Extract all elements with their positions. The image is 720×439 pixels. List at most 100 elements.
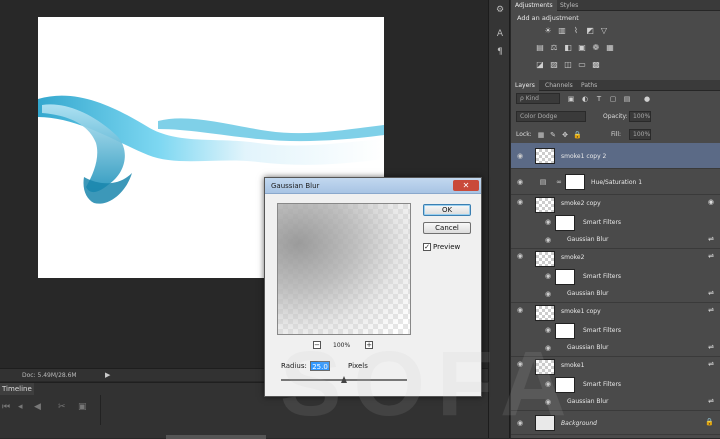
layer-row[interactable]: ◉ smoke1 copy 2 bbox=[511, 143, 720, 169]
previous-frame-icon[interactable]: ◂ bbox=[18, 402, 23, 412]
layer-thumbnail bbox=[535, 197, 555, 213]
dialog-titlebar[interactable]: Gaussian Blur ✕ bbox=[265, 178, 481, 194]
layer-name: smoke2 copy bbox=[561, 200, 601, 207]
preview-window[interactable] bbox=[277, 203, 411, 335]
layer-mask-thumbnail bbox=[565, 174, 585, 190]
timeline-divider bbox=[100, 395, 101, 425]
preview-blur-image bbox=[278, 204, 410, 334]
character-panel-icon[interactable]: A bbox=[494, 28, 506, 40]
adjustments-title: Add an adjustment bbox=[517, 14, 579, 22]
filter-effects-icon[interactable]: ⇌ bbox=[708, 306, 714, 314]
lock-all-icon[interactable]: 🔒 bbox=[573, 131, 582, 139]
tab-styles[interactable]: Styles bbox=[556, 0, 582, 11]
close-icon[interactable]: ✕ bbox=[453, 180, 479, 191]
levels-icon[interactable]: ▥ bbox=[557, 26, 567, 35]
visibility-eye-icon[interactable]: ◉ bbox=[517, 179, 525, 186]
smart-object-group[interactable]: ◉ smoke2 ⇌ ◉ Smart Filters ◉ Gaussian Bl… bbox=[511, 249, 720, 303]
cancel-button[interactable]: Cancel bbox=[423, 222, 471, 234]
layer-thumbnail bbox=[535, 305, 555, 321]
watermark: SOFA bbox=[280, 333, 579, 435]
color-balance-icon[interactable]: ⚖ bbox=[549, 43, 559, 52]
smart-filter-mask-thumbnail bbox=[555, 215, 575, 231]
timeline-tab[interactable]: Timeline bbox=[0, 383, 34, 395]
lock-transparent-icon[interactable]: ▦ bbox=[537, 131, 545, 139]
visibility-eye-icon[interactable]: ◉ bbox=[545, 291, 553, 298]
filter-options-icon[interactable]: ⇌ bbox=[708, 235, 714, 243]
tab-adjustments[interactable]: Adjustments bbox=[511, 0, 557, 11]
preview-checkbox[interactable]: ✓ bbox=[423, 243, 431, 251]
smart-filter-name[interactable]: Gaussian Blur bbox=[567, 290, 609, 297]
paragraph-panel-icon[interactable]: ¶ bbox=[494, 46, 506, 58]
visibility-eye-icon[interactable]: ◉ bbox=[545, 219, 553, 226]
channel-mixer-icon[interactable]: ❁ bbox=[591, 43, 601, 52]
selective-color-icon[interactable]: ▩ bbox=[591, 60, 601, 69]
split-scissors-icon[interactable]: ✂ bbox=[58, 402, 66, 412]
dialog-title: Gaussian Blur bbox=[271, 182, 320, 190]
threshold-icon[interactable]: ◫ bbox=[563, 60, 573, 69]
posterize-icon[interactable]: ▨ bbox=[549, 60, 559, 69]
vibrance-icon[interactable]: ▽ bbox=[599, 26, 609, 35]
visibility-eye-icon[interactable]: ◉ bbox=[517, 253, 525, 260]
visibility-eye-icon[interactable]: ◉ bbox=[517, 153, 525, 160]
preview-label: Preview bbox=[433, 243, 461, 251]
document-size-info: Doc: 5.49M/28.6M bbox=[22, 372, 77, 379]
lock-icon: 🔒 bbox=[705, 418, 714, 426]
black-white-icon[interactable]: ◧ bbox=[563, 43, 573, 52]
filter-kind-select[interactable]: ρ Kind bbox=[516, 93, 560, 104]
smart-filters-label: Smart Filters bbox=[583, 219, 622, 226]
brightness-contrast-icon[interactable]: ☀ bbox=[543, 26, 553, 35]
curves-icon[interactable]: ⌇ bbox=[571, 26, 581, 35]
filter-adjustment-icon[interactable]: ◐ bbox=[581, 95, 589, 103]
smart-object-group[interactable]: ◉ smoke2 copy ◉ ◉ Smart Filters ◉ Gaussi… bbox=[511, 195, 720, 249]
go-to-first-frame-icon[interactable]: ⏮ bbox=[2, 402, 10, 412]
filter-effects-icon[interactable]: ⇌ bbox=[708, 360, 714, 368]
smart-filters-label: Smart Filters bbox=[583, 273, 622, 280]
smart-filters-label: Smart Filters bbox=[583, 381, 622, 388]
fill-label: Fill: bbox=[611, 131, 622, 138]
ok-button[interactable]: OK bbox=[423, 204, 471, 216]
adjustments-tabbar: Adjustments Styles bbox=[511, 0, 720, 11]
visibility-eye-icon[interactable]: ◉ bbox=[517, 199, 525, 206]
invert-icon[interactable]: ◪ bbox=[535, 60, 545, 69]
lock-image-icon[interactable]: ✎ bbox=[549, 131, 557, 139]
lock-label: Lock: bbox=[516, 131, 532, 138]
link-icon: ∞ bbox=[556, 178, 562, 186]
adjustment-layer-icon: ▤ bbox=[539, 178, 547, 186]
opacity-label: Opacity: bbox=[603, 113, 628, 120]
filter-options-icon[interactable]: ⇌ bbox=[708, 289, 714, 297]
filter-effects-icon[interactable]: ⇌ bbox=[708, 252, 714, 260]
fill-input[interactable]: 100% bbox=[629, 129, 651, 140]
filter-shape-icon[interactable]: ▢ bbox=[609, 95, 617, 103]
filter-options-icon[interactable]: ⇌ bbox=[708, 343, 714, 351]
smart-filter-mask-thumbnail bbox=[555, 269, 575, 285]
visibility-eye-icon[interactable]: ◉ bbox=[545, 273, 553, 280]
filter-effects-icon[interactable]: ◉ bbox=[708, 198, 714, 206]
visibility-eye-icon[interactable]: ◉ bbox=[545, 237, 553, 244]
hue-saturation-icon[interactable]: ▤ bbox=[535, 43, 545, 52]
layer-name: Hue/Saturation 1 bbox=[591, 179, 643, 186]
visibility-eye-icon[interactable]: ◉ bbox=[517, 307, 525, 314]
opacity-input[interactable]: 100% bbox=[629, 111, 651, 122]
filter-pixel-icon[interactable]: ▣ bbox=[567, 95, 575, 103]
layer-name: smoke1 copy bbox=[561, 308, 601, 315]
filter-toggle-icon[interactable]: ● bbox=[643, 95, 651, 103]
play-icon[interactable]: ◀ bbox=[34, 402, 41, 412]
filter-options-icon[interactable]: ⇌ bbox=[708, 397, 714, 405]
exposure-icon[interactable]: ◩ bbox=[585, 26, 595, 35]
transition-icon[interactable]: ▣ bbox=[78, 402, 87, 412]
layer-name: smoke2 bbox=[561, 254, 585, 261]
status-menu-arrow-icon[interactable]: ▶ bbox=[105, 371, 110, 379]
layer-row[interactable]: ◉ ▤ ∞ Hue/Saturation 1 bbox=[511, 169, 720, 195]
smart-filter-name[interactable]: Gaussian Blur bbox=[567, 236, 609, 243]
filter-type-icon[interactable]: T bbox=[595, 95, 603, 103]
color-lookup-icon[interactable]: ▦ bbox=[605, 43, 615, 52]
layer-thumbnail bbox=[535, 251, 555, 267]
filter-smart-object-icon[interactable]: ▤ bbox=[623, 95, 631, 103]
properties-panel-icon[interactable]: ⚙ bbox=[494, 4, 506, 16]
gradient-map-icon[interactable]: ▭ bbox=[577, 60, 587, 69]
blend-mode-select[interactable]: Color Dodge bbox=[516, 111, 586, 122]
lock-position-icon[interactable]: ✥ bbox=[561, 131, 569, 139]
photo-filter-icon[interactable]: ▣ bbox=[577, 43, 587, 52]
smart-filters-label: Smart Filters bbox=[583, 327, 622, 334]
create-timeline-button[interactable] bbox=[166, 435, 266, 439]
